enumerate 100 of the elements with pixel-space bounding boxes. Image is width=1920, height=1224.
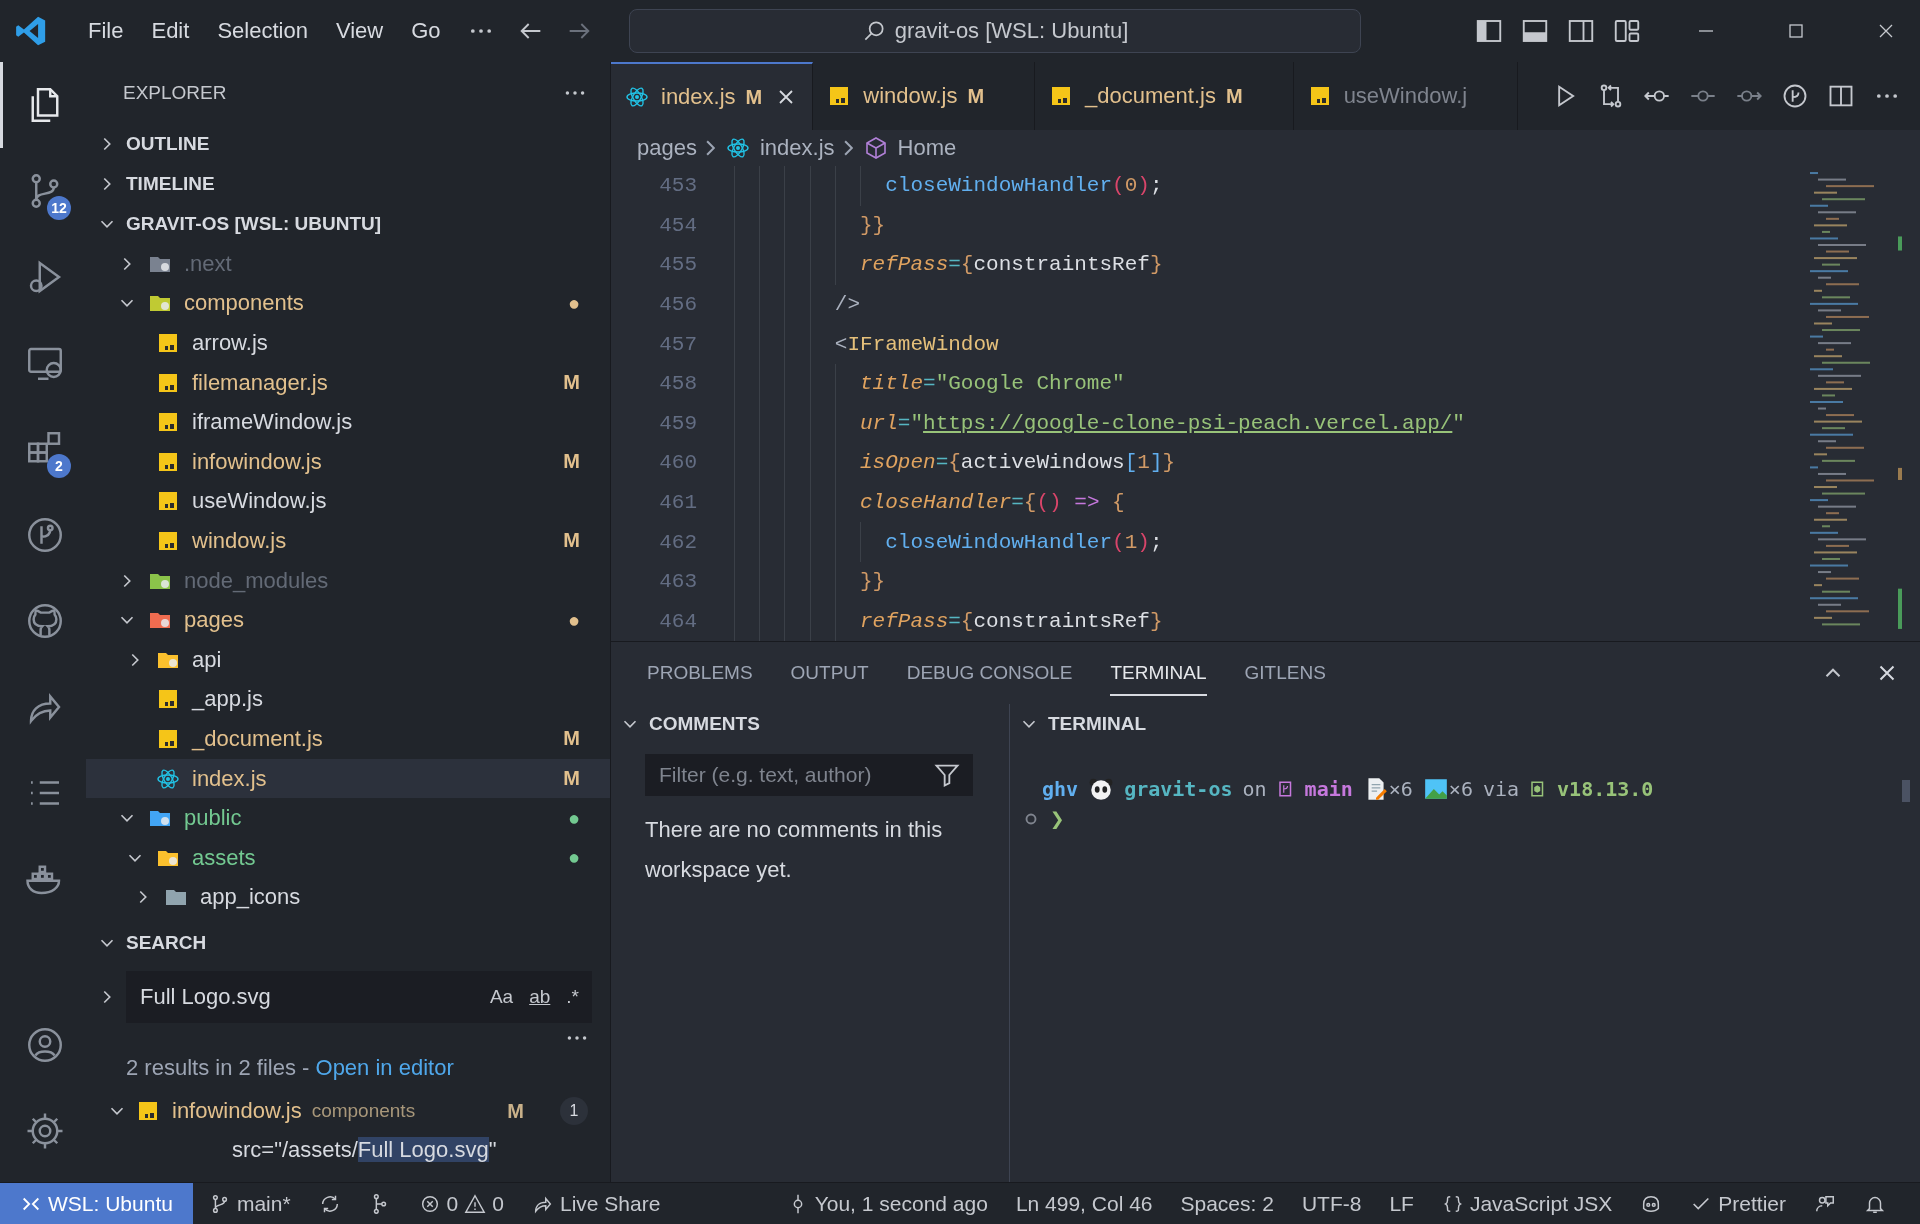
breadcrumb[interactable]: pages bbox=[637, 135, 697, 161]
file-name: node_modules bbox=[184, 567, 329, 594]
prompt-text: ×6 bbox=[1448, 777, 1473, 801]
panel-tab[interactable]: OUTPUT bbox=[790, 650, 869, 696]
filter-field[interactable]: Filter (e.g. text, author) bbox=[645, 754, 973, 796]
prompt-text: ghv bbox=[1042, 777, 1079, 801]
code-line: closeWindowHandler(0); bbox=[734, 166, 1163, 206]
section-header[interactable]: GRAVIT-OS [WSL: UBUNTU] bbox=[86, 204, 610, 244]
section-header[interactable]: SEARCH bbox=[86, 923, 610, 964]
search-option[interactable]: Aa bbox=[484, 984, 519, 1011]
tree-item[interactable]: iframeWindow.js bbox=[86, 402, 610, 442]
tree-item[interactable]: components ● bbox=[86, 283, 610, 324]
result-file[interactable]: infowindow.js components M 1 bbox=[86, 1081, 610, 1134]
folder-label: components bbox=[311, 1100, 416, 1123]
code-line: /> bbox=[734, 284, 861, 325]
branch-circle-icon[interactable] bbox=[1781, 82, 1809, 110]
section-header[interactable]: TERMINAL bbox=[1010, 704, 1920, 744]
problems-status[interactable]: 0 0 bbox=[404, 1183, 518, 1224]
editor-tab[interactable]: window.js M bbox=[813, 62, 1036, 130]
editor-tab[interactable]: _document.js M bbox=[1035, 62, 1294, 130]
git-status: M bbox=[507, 1099, 524, 1123]
breadcrumb[interactable]: Home bbox=[861, 135, 957, 161]
tree-item[interactable]: arrow.js bbox=[86, 323, 610, 363]
file-name: components bbox=[184, 290, 304, 317]
tree-item[interactable]: app_icons bbox=[86, 877, 610, 918]
menu-item[interactable]: File bbox=[74, 12, 138, 50]
count-badge: 12 bbox=[47, 196, 71, 220]
tree-item[interactable]: filemanager.js M bbox=[86, 362, 610, 403]
tree-item[interactable]: pages ● bbox=[86, 600, 610, 640]
panel-tab[interactable]: TERMINAL bbox=[1110, 650, 1207, 696]
match-line[interactable]: src="/assets/Full Logo.svg" bbox=[86, 1133, 610, 1164]
status-item[interactable]: UTF-8 bbox=[1287, 1183, 1376, 1224]
line-number: 463 bbox=[658, 570, 697, 594]
search-option[interactable]: .* bbox=[561, 984, 584, 1011]
tree-item[interactable]: _app.js bbox=[86, 679, 610, 720]
line-number: 453 bbox=[658, 174, 697, 198]
tree-item[interactable]: public ● bbox=[86, 798, 610, 838]
search-field[interactable]: Full Logo.svg Aa ab .* bbox=[126, 971, 592, 1024]
js-file-icon bbox=[156, 331, 180, 355]
tree-item[interactable]: assets ● bbox=[86, 837, 610, 878]
tree-item[interactable]: window.js M bbox=[86, 521, 610, 561]
menu-item[interactable]: Edit bbox=[137, 12, 204, 50]
editor-tab[interactable]: useWindow.j bbox=[1293, 62, 1519, 130]
section-header[interactable]: COMMENTS bbox=[611, 704, 1009, 744]
editor-tab[interactable]: index.js M bbox=[611, 62, 814, 130]
code-line: }} bbox=[734, 205, 886, 246]
file-name: iframeWindow.js bbox=[192, 409, 353, 436]
open-in-editor-link[interactable]: Open in editor bbox=[315, 1055, 454, 1081]
section-header[interactable]: TIMELINE bbox=[86, 164, 610, 204]
search-option[interactable]: ab bbox=[524, 984, 556, 1011]
atom-icon bbox=[156, 766, 180, 791]
breadcrumb[interactable]: index.js bbox=[723, 135, 835, 161]
language-status[interactable]: JavaScript JSX bbox=[1427, 1183, 1627, 1224]
scrollbar[interactable] bbox=[1902, 780, 1910, 802]
command-center-text: gravit-os [WSL: Ubuntu] bbox=[894, 18, 1129, 44]
branch-status[interactable]: main* bbox=[194, 1183, 305, 1224]
section-header[interactable]: OUTLINE bbox=[86, 124, 610, 164]
chevron-icon bbox=[705, 140, 715, 156]
tree-item[interactable]: useWindow.js bbox=[86, 481, 610, 522]
file-name: api bbox=[192, 646, 222, 673]
menu-item[interactable]: Selection bbox=[203, 12, 322, 50]
line-number: 459 bbox=[658, 411, 697, 435]
status-item[interactable]: Ln 499, Col 46 bbox=[1001, 1183, 1167, 1224]
file-name: _app.js bbox=[192, 686, 263, 713]
chevron-icon bbox=[843, 140, 853, 156]
code-line: refPass={constraintsRef} bbox=[734, 245, 1163, 285]
file-name: pages bbox=[184, 607, 244, 634]
tree-item[interactable]: infowindow.js M bbox=[86, 441, 610, 482]
remote-indicator[interactable]: WSL: Ubuntu bbox=[0, 1183, 193, 1224]
filter-input[interactable]: Filter (e.g. text, author) bbox=[657, 762, 933, 788]
atom-icon bbox=[625, 85, 649, 109]
prompt-text: main bbox=[1304, 777, 1353, 801]
tree-item[interactable]: index.js M bbox=[86, 758, 610, 799]
blame-status[interactable]: You, 1 second ago bbox=[772, 1183, 1002, 1224]
tree-item[interactable]: _document.js M bbox=[86, 719, 610, 759]
git-status: M bbox=[563, 727, 580, 751]
cube-icon bbox=[863, 136, 888, 160]
search-input[interactable]: Full Logo.svg bbox=[138, 983, 479, 1012]
atom-icon bbox=[725, 136, 750, 160]
menu-item[interactable]: View bbox=[321, 12, 398, 50]
panel-tab[interactable]: DEBUG CONSOLE bbox=[906, 650, 1073, 696]
git-status: M bbox=[967, 84, 985, 108]
file-name: infowindow.js bbox=[192, 448, 322, 475]
code-line: title="Google Chrome" bbox=[734, 363, 1125, 404]
panel-tab[interactable]: GITLENS bbox=[1244, 650, 1326, 696]
panel-tab[interactable]: PROBLEMS bbox=[647, 650, 753, 696]
live-share-status[interactable]: Live Share bbox=[518, 1183, 675, 1224]
line-number: 456 bbox=[658, 293, 697, 317]
tree-item[interactable]: api bbox=[86, 639, 610, 680]
tab-title: _document.js bbox=[1085, 83, 1216, 109]
menu-item[interactable]: Go bbox=[397, 12, 455, 50]
command-center[interactable]: gravit-os [WSL: Ubuntu] bbox=[628, 9, 1361, 53]
line-number: 462 bbox=[658, 530, 697, 554]
status-item[interactable]: LF bbox=[1375, 1183, 1428, 1224]
section-title: TIMELINE bbox=[126, 173, 215, 195]
status-item[interactable]: Spaces: 2 bbox=[1166, 1183, 1288, 1224]
code-line: closeHandler={() => { bbox=[734, 482, 1125, 523]
git-status: M bbox=[563, 529, 580, 553]
prettier-status[interactable]: Prettier bbox=[1676, 1183, 1800, 1224]
prompt-text: v18.13.0 bbox=[1557, 777, 1654, 801]
